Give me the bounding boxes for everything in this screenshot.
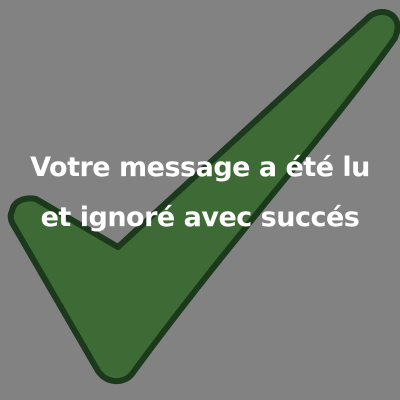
message-caption: Votre message a été lu et ignoré avec su… [0, 143, 400, 243]
caption-line-1: Votre message a été lu [30, 152, 370, 183]
caption-line-2: et ignoré avec succés [40, 202, 360, 233]
image-canvas: Votre message a été lu et ignoré avec su… [0, 0, 400, 400]
